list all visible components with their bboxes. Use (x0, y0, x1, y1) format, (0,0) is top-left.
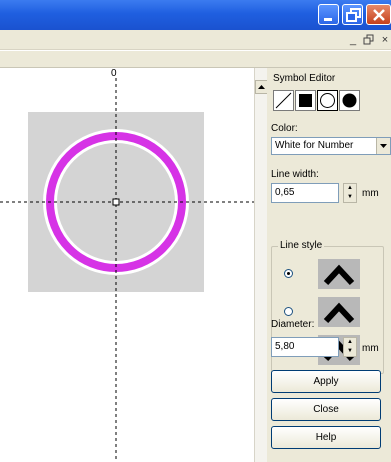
circle-tool-button[interactable] (317, 90, 338, 111)
diameter-label: Diameter: (271, 319, 315, 330)
close-window-button[interactable] (366, 4, 391, 25)
close-icon (373, 9, 385, 21)
diameter-value: 5,80 (275, 341, 295, 352)
diameter-input[interactable]: 5,80 (271, 337, 339, 357)
line-style-swatch-2[interactable] (318, 297, 360, 327)
symbol-preview (0, 78, 254, 462)
toolstrip (0, 51, 391, 68)
vertical-scrollbar[interactable] (254, 68, 268, 462)
symbol-canvas[interactable]: 0 (0, 68, 254, 462)
diameter-unit: mm (362, 343, 379, 354)
restore-icon (346, 8, 361, 22)
line-width-spinner[interactable]: ▲ ▼ (343, 183, 357, 203)
restore-button[interactable] (342, 4, 363, 25)
line-width-input[interactable]: 0,65 (271, 183, 339, 203)
chevron-up-icon (323, 302, 355, 324)
line-style-swatch-1[interactable] (318, 259, 360, 289)
color-select-value: White for Number (275, 140, 354, 151)
symbol-editor-panel: Symbol Editor Color: White for Number Li… (267, 68, 391, 462)
filled-circle-icon (342, 93, 357, 108)
menubar: _ × (0, 30, 391, 50)
help-button[interactable]: Help (271, 426, 381, 449)
chevron-down-icon (380, 144, 387, 148)
spin-down-icon[interactable]: ▼ (344, 193, 356, 202)
spin-down-icon[interactable]: ▼ (344, 347, 356, 356)
circle-outline-icon (320, 93, 335, 108)
spin-up-icon[interactable]: ▲ (344, 338, 356, 347)
arrow-up-icon (258, 85, 265, 89)
close-button[interactable]: Close (271, 398, 381, 421)
panel-title: Symbol Editor (273, 73, 336, 84)
chevron-up-icon (323, 264, 355, 286)
apply-button[interactable]: Apply (271, 370, 381, 393)
line-width-value: 0,65 (275, 187, 295, 198)
center-handle (112, 198, 120, 206)
line-style-radio-2[interactable] (284, 307, 293, 316)
diameter-spinner[interactable]: ▲ ▼ (343, 337, 357, 357)
filled-rectangle-icon (299, 94, 312, 107)
mdi-restore-icon[interactable] (362, 33, 376, 47)
mdi-minimize-icon[interactable]: _ (346, 33, 360, 47)
color-select[interactable]: White for Number (271, 137, 391, 155)
line-width-label: Line width: (271, 169, 319, 180)
minimize-button[interactable] (318, 4, 339, 25)
minimize-icon (324, 18, 332, 21)
window-titlebar (0, 0, 391, 30)
line-width-unit: mm (362, 188, 379, 199)
line-tool-button[interactable] (273, 90, 294, 111)
line-tool-icon (275, 92, 292, 109)
mdi-close-icon[interactable]: × (378, 33, 391, 47)
filled-circle-tool-button[interactable] (339, 90, 360, 111)
rectangle-tool-button[interactable] (295, 90, 316, 111)
color-dropdown-button[interactable] (376, 138, 390, 154)
line-style-label: Line style (278, 240, 325, 251)
color-label: Color: (271, 123, 298, 134)
spin-up-icon[interactable]: ▲ (344, 184, 356, 193)
line-style-radio-1[interactable] (284, 269, 293, 278)
